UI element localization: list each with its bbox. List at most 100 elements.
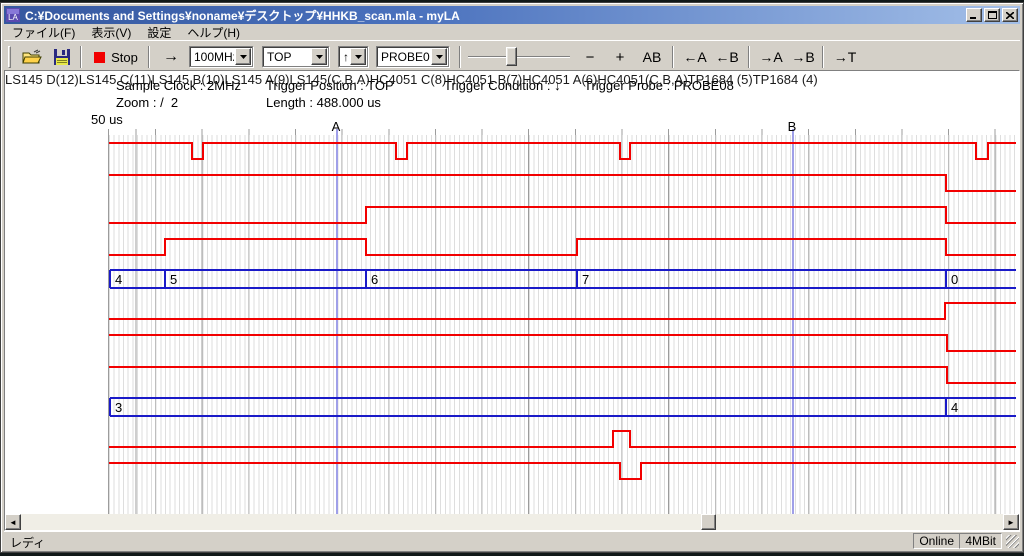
signal-label: HC4051 B(7) <box>446 72 522 87</box>
stop-icon <box>94 52 105 63</box>
chevron-down-icon[interactable] <box>350 48 366 65</box>
toolbar-grip[interactable] <box>8 46 11 68</box>
slider-thumb[interactable] <box>506 47 517 66</box>
waveform-trace <box>109 463 1016 479</box>
goto-marker-a-button[interactable]: ←A <box>680 45 710 69</box>
maximize-button[interactable] <box>984 8 1000 22</box>
title-bar[interactable]: LA C:¥Documents and Settings¥noname¥デスクト… <box>4 6 1020 24</box>
close-button[interactable] <box>1002 8 1018 22</box>
marker-label-a: A <box>332 119 341 134</box>
signal-label: TP1684 (4) <box>753 72 818 87</box>
trigger-probe-combo[interactable]: PROBE00 <box>376 46 449 67</box>
signal-labels: LS145 D(12)LS145 C(11)LS145 B(10)LS145 A… <box>5 71 818 89</box>
signal-label: TP1684 (5) <box>688 72 753 87</box>
goto-trigger-button[interactable]: →T <box>830 45 860 69</box>
bus-value: 6 <box>371 272 378 287</box>
timescale-label: 50 us <box>91 112 123 127</box>
chevron-down-icon[interactable] <box>431 48 447 65</box>
toolbar-separator <box>459 46 461 68</box>
toolbar: Stop → 100MHz TOP ↑ PROBE00 − + AB <box>4 40 1020 71</box>
waveform-trace <box>109 367 1016 383</box>
trigger-probe-value: PROBE00 <box>377 50 430 64</box>
signal-label: LS145(C,B,A) <box>290 72 370 87</box>
set-marker-a-button[interactable]: →A <box>756 45 786 69</box>
svg-text:LA: LA <box>8 13 18 22</box>
signal-label: LS145 D(12) <box>5 72 79 87</box>
zoom-ab-button[interactable]: AB <box>637 45 667 69</box>
trigger-position-combo[interactable]: TOP <box>262 46 329 67</box>
bus-value: 7 <box>582 272 589 287</box>
run-button[interactable]: → <box>156 45 186 69</box>
scrollbar-thumb[interactable] <box>701 514 716 530</box>
zoom-in-button[interactable]: + <box>607 45 633 69</box>
trigger-edge-combo[interactable]: ↑ <box>338 46 368 67</box>
toolbar-separator <box>148 46 150 68</box>
save-floppy-icon <box>54 49 70 65</box>
resize-grip[interactable] <box>1006 535 1019 548</box>
app-icon: LA <box>6 8 22 22</box>
menu-view[interactable]: 表示(V) <box>83 23 139 42</box>
status-memory: 4MBit <box>959 533 1002 549</box>
bus-trace <box>110 398 1016 416</box>
signal-label: LS145 B(10) <box>151 72 224 87</box>
signal-label: HC4051 A(6) <box>522 72 597 87</box>
run-arrow-icon: → <box>163 48 179 66</box>
status-ready: レディ <box>10 534 45 551</box>
toolbar-separator <box>80 46 82 68</box>
bus-trace <box>110 270 1016 288</box>
sample-clock-combo[interactable]: 100MHz <box>189 46 253 67</box>
signal-label: LS145 C(11) <box>79 72 152 87</box>
menu-settings[interactable]: 設定 <box>139 23 179 42</box>
waveform-trace <box>109 335 1016 351</box>
signal-label: HC4051 C(8) <box>370 72 447 87</box>
zoom-out-button[interactable]: − <box>577 45 603 69</box>
bus-value: 4 <box>951 400 958 415</box>
app-window: LA C:¥Documents and Settings¥noname¥デスクト… <box>0 2 1024 553</box>
status-bar: レディ Online 4MBit <box>4 531 1020 549</box>
open-folder-icon <box>22 49 42 65</box>
stop-label: Stop <box>111 50 138 65</box>
menu-bar: ファイル(F) 表示(V) 設定 ヘルプ(H) <box>4 24 1020 40</box>
waveform-trace <box>109 239 1016 255</box>
menu-file[interactable]: ファイル(F) <box>4 23 83 42</box>
toolbar-separator <box>822 46 824 68</box>
bus-value: 0 <box>951 272 958 287</box>
waveform-plot[interactable]: 4 5 6 7 0 3 4 <box>108 129 1015 518</box>
minimize-button[interactable] <box>966 8 982 22</box>
waveform-svg: 4 5 6 7 0 3 4 <box>109 129 1016 518</box>
horizontal-scrollbar[interactable]: ◄ ► <box>5 514 1019 530</box>
chevron-down-icon[interactable] <box>311 48 327 65</box>
bus-value: 5 <box>170 272 177 287</box>
length-info: Length : 488.000 us <box>266 95 381 110</box>
open-file-button[interactable] <box>18 45 46 69</box>
save-file-button[interactable] <box>48 45 76 69</box>
window-title: C:¥Documents and Settings¥noname¥デスクトップ¥… <box>25 7 966 24</box>
zoom-info: Zoom : / 2 <box>116 95 178 110</box>
waveform-trace <box>109 431 1016 447</box>
signal-label: HC4051(C,B,A) <box>597 72 687 87</box>
sample-clock-value: 100MHz <box>190 50 234 64</box>
slider-track <box>468 56 570 58</box>
bus-value: 3 <box>115 400 122 415</box>
marker-label-b: B <box>788 119 797 134</box>
menu-help[interactable]: ヘルプ(H) <box>179 23 248 42</box>
zoom-slider[interactable] <box>468 47 570 67</box>
stop-button[interactable]: Stop <box>90 45 142 69</box>
signal-label: LS145 A(9) <box>224 72 289 87</box>
waveform-trace <box>109 143 1016 159</box>
trigger-edge-value: ↑ <box>339 50 349 64</box>
set-marker-b-button[interactable]: →B <box>788 45 818 69</box>
bus-value: 4 <box>115 272 122 287</box>
waveform-trace <box>109 207 1016 223</box>
waveform-trace <box>109 303 1016 319</box>
scroll-left-button[interactable]: ◄ <box>5 514 21 530</box>
status-online: Online <box>913 533 960 549</box>
goto-marker-b-button[interactable]: ←B <box>712 45 742 69</box>
chevron-down-icon[interactable] <box>235 48 251 65</box>
waveform-view: Sample Clock : 2MHz Trigger Position : T… <box>4 70 1020 531</box>
trigger-position-value: TOP <box>263 50 310 64</box>
toolbar-separator <box>748 46 750 68</box>
scroll-right-button[interactable]: ► <box>1003 514 1019 530</box>
waveform-trace <box>109 175 1016 191</box>
toolbar-separator <box>672 46 674 68</box>
